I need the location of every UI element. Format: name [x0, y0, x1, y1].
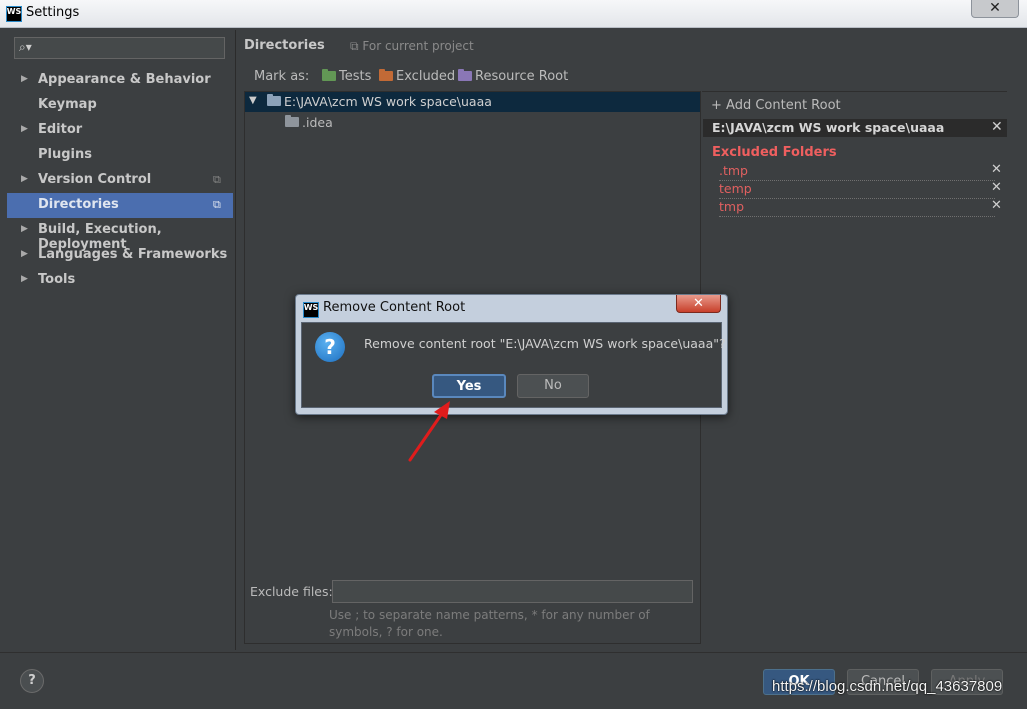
remove-content-root-icon[interactable]: ✕: [991, 119, 1003, 135]
sidebar-item-label: Tools: [38, 272, 76, 287]
remove-content-root-dialog: WS Remove Content Root ✕: [295, 294, 728, 415]
watermark: https://blog.csdn.net/qq_43637809: [772, 678, 1003, 695]
sidebar-item-label: Keymap: [38, 97, 97, 112]
title-bar: WS Settings ✕: [0, 0, 1027, 28]
folder-icon: [267, 94, 281, 106]
tree-root-label[interactable]: E:\JAVA\zcm WS work space\uaaa: [284, 94, 492, 109]
hint-line: Use ; to separate name patterns, * for a…: [329, 608, 650, 622]
mark-tests-label: Tests: [339, 69, 372, 84]
sidebar-item-label: Editor: [38, 122, 83, 137]
resource-folder-icon: [458, 69, 472, 81]
hint-line: symbols, ? for one.: [329, 625, 443, 639]
sidebar-item-label: Version Control: [38, 172, 152, 187]
remove-excluded-icon[interactable]: ✕: [991, 198, 1002, 213]
annotation-arrow: [408, 401, 450, 462]
excluded-folder-row: .tmp ✕: [719, 162, 1002, 181]
content-root-path: E:\JAVA\zcm WS work space\uaaa: [712, 120, 945, 135]
mark-as-label: Mark as:: [254, 69, 310, 84]
expand-arrow-icon[interactable]: ▶: [21, 74, 28, 84]
sidebar-item-label: Plugins: [38, 147, 92, 162]
add-content-root-button[interactable]: + Add Content Root: [711, 98, 841, 113]
add-content-root-label: Add Content Root: [726, 98, 841, 113]
expand-arrow-icon[interactable]: ▶: [21, 274, 28, 284]
settings-search-box[interactable]: ⌕▾: [14, 37, 225, 59]
sidebar-item-languages-frameworks[interactable]: ▶ Languages & Frameworks: [7, 243, 233, 268]
excluded-folders-heading: Excluded Folders: [712, 145, 837, 160]
expand-arrow-icon[interactable]: ▶: [21, 224, 28, 234]
sidebar-item-label: Appearance & Behavior: [38, 72, 211, 87]
webstorm-logo-icon: WS: [6, 6, 22, 22]
mark-excluded-button[interactable]: Excluded: [379, 69, 455, 84]
excluded-folder-name: .tmp: [719, 163, 748, 178]
project-scope-icon: ⧉: [213, 198, 221, 211]
plus-icon: +: [711, 98, 722, 113]
sidebar-divider[interactable]: [235, 30, 236, 650]
exclude-files-label: Exclude files:: [250, 584, 333, 599]
tree-item-idea[interactable]: .idea: [302, 115, 333, 130]
remove-excluded-icon[interactable]: ✕: [991, 162, 1002, 177]
no-button[interactable]: No: [517, 374, 589, 398]
exclude-files-input[interactable]: [332, 580, 693, 603]
dialog-body: [301, 322, 722, 408]
sidebar-item-version-control[interactable]: ▶ Version Control ⧉: [7, 168, 233, 193]
excluded-folder-name: tmp: [719, 199, 745, 214]
expand-arrow-icon[interactable]: ▶: [21, 124, 28, 134]
mark-tests-button[interactable]: Tests: [322, 69, 371, 84]
search-icon: ⌕▾: [19, 40, 32, 54]
dialog-close-button[interactable]: ✕: [676, 295, 721, 313]
project-scope-icon: ⧉: [213, 173, 221, 186]
sidebar-item-label: Languages & Frameworks: [38, 247, 228, 262]
sidebar-item-plugins[interactable]: Plugins: [7, 143, 233, 168]
webstorm-logo-icon: WS: [303, 302, 319, 318]
sidebar-item-label: Directories: [38, 197, 119, 212]
mark-excluded-label: Excluded: [396, 69, 456, 84]
mark-resource-root-label: Resource Root: [475, 69, 569, 84]
sidebar-item-build-execution-deployment[interactable]: ▶ Build, Execution, Deployment: [7, 218, 233, 252]
excluded-folder-name: temp: [719, 181, 752, 196]
expand-arrow-icon[interactable]: ▶: [21, 174, 28, 184]
sidebar-item-tools[interactable]: ▶ Tools: [7, 268, 233, 293]
help-icon[interactable]: ?: [20, 669, 44, 693]
question-icon: ?: [315, 332, 345, 362]
exclude-files-hint: Use ; to separate name patterns, * for a…: [329, 607, 669, 641]
window-close-button[interactable]: ✕: [971, 0, 1019, 18]
collapse-arrow-icon[interactable]: ▼: [249, 95, 257, 106]
expand-arrow-icon[interactable]: ▶: [21, 249, 28, 259]
window-title: Settings: [26, 5, 80, 20]
sidebar-item-keymap[interactable]: Keymap: [7, 93, 233, 118]
excluded-folder-icon: [379, 69, 393, 81]
mark-resource-root-button[interactable]: Resource Root: [458, 69, 568, 84]
dialog-message: Remove content root "E:\JAVA\zcm WS work…: [364, 336, 726, 351]
page-title: Directories: [244, 38, 325, 53]
remove-excluded-icon[interactable]: ✕: [991, 180, 1002, 195]
scope-label: For current project: [362, 39, 474, 53]
settings-search-input[interactable]: [35, 40, 224, 58]
excluded-folder-row: tmp ✕: [719, 198, 1002, 217]
project-scope-note: ⧉ For current project: [350, 39, 474, 53]
tests-folder-icon: [322, 69, 336, 81]
dialog-title: Remove Content Root: [323, 300, 466, 315]
sidebar-item-editor[interactable]: ▶ Editor: [7, 118, 233, 143]
sidebar-item-directories[interactable]: Directories ⧉: [7, 193, 233, 218]
folder-icon: [285, 115, 299, 127]
excluded-folder-row: temp ✕: [719, 180, 1002, 199]
sidebar-item-appearance-behavior[interactable]: ▶ Appearance & Behavior: [7, 68, 233, 93]
